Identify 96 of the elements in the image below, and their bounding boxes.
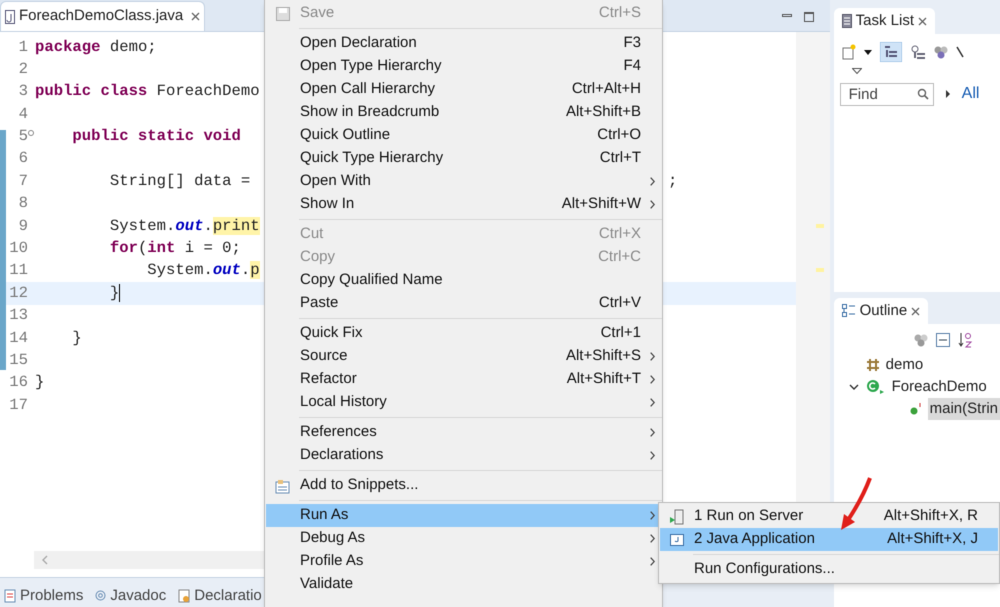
line-number: 12: [8, 282, 28, 304]
menu-item[interactable]: Declarations: [266, 444, 661, 467]
line-number: 3: [18, 81, 28, 102]
expand-icon: [946, 90, 950, 98]
outline-icon: [842, 304, 856, 318]
menu-item[interactable]: Paste Ctrl+V: [266, 292, 661, 315]
menu-item[interactable]: Quick Type Hierarchy Ctrl+T: [266, 147, 661, 170]
package-icon: [866, 358, 880, 372]
tree-item[interactable]: ForeachDemo: [890, 376, 989, 398]
menu-item[interactable]: Run Configurations...: [660, 558, 998, 581]
menu-item[interactable]: Copy Qualified Name: [266, 269, 661, 292]
menu-item[interactable]: Show in Breadcrumb Alt+Shift+B: [266, 101, 661, 124]
warning-mark: [816, 224, 824, 228]
warning-mark: [816, 268, 824, 272]
menu-item[interactable]: Open Declaration F3: [266, 32, 661, 55]
at-sign-icon: [95, 590, 106, 602]
tab-title: ForeachDemoClass.java: [19, 6, 184, 26]
declaration-icon: [178, 588, 190, 603]
search-icon: [916, 88, 929, 100]
menu-item[interactable]: 1 Run on Server Alt+Shift+X, R: [660, 505, 998, 528]
tree-item[interactable]: demo: [884, 354, 926, 376]
line-number: 14: [8, 328, 28, 349]
code-line: String[] data =: [108, 170, 250, 192]
menu-item[interactable]: Quick Fix Ctrl+1: [266, 322, 661, 345]
categorized-icon[interactable]: [880, 42, 902, 62]
code-line: for(int i = 0;: [108, 238, 241, 260]
line-number: 2: [18, 58, 28, 80]
line-number: 16: [8, 372, 28, 394]
line-number: 7: [18, 170, 28, 192]
line-number: 5: [18, 126, 28, 148]
bottom-tab[interactable]: Declaratio: [194, 584, 262, 607]
line-number: 8: [18, 193, 28, 214]
new-task-icon[interactable]: [842, 44, 856, 60]
menu-item[interactable]: Source Alt+Shift+S: [266, 345, 661, 368]
line-number: 6: [18, 148, 28, 170]
expanded-icon[interactable]: [848, 384, 859, 390]
line-number: 17: [8, 394, 28, 416]
sort-icon[interactable]: [958, 332, 974, 348]
collapse-all-icon[interactable]: [936, 333, 950, 347]
all-link[interactable]: All: [962, 82, 980, 106]
java-file-icon: [5, 10, 15, 24]
menu-item[interactable]: Run As: [266, 504, 661, 527]
menu-item[interactable]: Debug As: [266, 527, 661, 550]
view-menu-icon[interactable]: [852, 68, 862, 74]
code-line: public class ForeachDemo: [35, 81, 260, 102]
task-list-icon: [842, 14, 852, 28]
tree-item[interactable]: main(Strin: [928, 398, 1000, 420]
menu-item[interactable]: Show In Alt+Shift+W: [266, 193, 661, 216]
menu-item[interactable]: Validate: [266, 573, 661, 596]
bottom-tab[interactable]: Javadoc: [110, 584, 166, 607]
code-text: ;: [668, 170, 678, 192]
annotation-arrow: [838, 476, 874, 532]
menu-item[interactable]: Add to Snippets...: [266, 474, 661, 497]
editor-tab[interactable]: ForeachDemoClass.java: [0, 1, 206, 31]
line-number: 10: [8, 238, 28, 260]
code-line: }: [71, 328, 82, 349]
dropdown-icon[interactable]: [864, 50, 872, 54]
close-icon[interactable]: [191, 12, 200, 21]
code-line: public static void: [71, 126, 241, 148]
find-field[interactable]: Find: [840, 82, 934, 106]
line-number: 4: [18, 104, 28, 125]
line-number: 15: [8, 350, 28, 371]
collapse-icon[interactable]: [956, 46, 964, 58]
menu-item[interactable]: References: [266, 421, 661, 444]
code-line: System.out.print: [108, 216, 260, 237]
menu-item[interactable]: Quick Outline Ctrl+O: [266, 124, 661, 147]
close-icon[interactable]: [918, 16, 927, 26]
line-number: 9: [18, 216, 28, 237]
line-number: 11: [8, 260, 28, 282]
scheduled-icon[interactable]: [910, 44, 926, 60]
java-app-icon: [670, 534, 684, 546]
menu-item[interactable]: Refactor Alt+Shift+T: [266, 368, 661, 391]
bottom-tab[interactable]: Problems: [20, 584, 84, 607]
line-number: 13: [8, 305, 28, 326]
server-icon: [669, 508, 685, 524]
code-line: }: [108, 282, 120, 304]
maximize-icon[interactable]: [804, 12, 814, 22]
menu-item[interactable]: Profile As: [266, 550, 661, 573]
fold-icon[interactable]: [28, 130, 34, 136]
menu-item[interactable]: Open With: [266, 170, 661, 193]
minimize-icon[interactable]: [782, 14, 792, 17]
menu-item[interactable]: 2 Java Application Alt+Shift+X, J: [660, 528, 998, 551]
class-icon: [866, 379, 886, 395]
snippet-icon: [275, 478, 291, 494]
menu-item[interactable]: Local History: [266, 391, 661, 414]
group-icon[interactable]: [914, 333, 928, 347]
menu-item[interactable]: Open Type Hierarchy F4: [266, 55, 661, 78]
code-line: }: [35, 372, 44, 394]
code-line: System.out.p: [146, 260, 260, 282]
save-icon: [276, 6, 290, 20]
group-icon[interactable]: [934, 45, 948, 59]
menu-item[interactable]: Open Call Hierarchy Ctrl+Alt+H: [266, 78, 661, 101]
line-number: 1: [18, 36, 28, 58]
close-icon[interactable]: [911, 306, 920, 316]
problems-icon: [4, 588, 16, 603]
code-line: package demo;: [35, 36, 157, 58]
